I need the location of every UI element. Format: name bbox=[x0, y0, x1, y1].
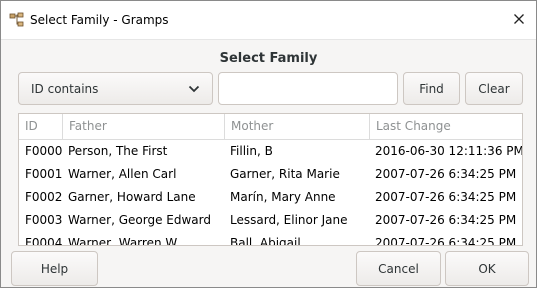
cell-father: Warner, Allen Carl bbox=[68, 167, 177, 181]
cell-last-change: 2007-07-26 6:34:25 PM bbox=[375, 167, 517, 181]
table-row[interactable]: F0004 Warner, Warren W. Ball, Abigail 20… bbox=[19, 232, 522, 246]
column-header-id[interactable]: ID bbox=[19, 114, 62, 139]
cell-mother: Fillin, B bbox=[230, 144, 273, 158]
cell-father: Warner, Warren W. bbox=[68, 236, 180, 246]
cell-id: F0000 bbox=[25, 144, 63, 158]
select-family-dialog: Select Family - Gramps Select Family ID … bbox=[0, 0, 537, 288]
cell-father: Person, The First bbox=[68, 144, 168, 158]
cell-id: F0003 bbox=[25, 213, 63, 227]
table-row[interactable]: F0000 Person, The First Fillin, B 2016-0… bbox=[19, 140, 522, 163]
column-header-last-change[interactable]: Last Change bbox=[369, 114, 522, 139]
dialog-heading: Select Family bbox=[219, 51, 318, 66]
table-row[interactable]: F0002 Garner, Howard Lane Marín, Mary An… bbox=[19, 186, 522, 209]
window-title: Select Family - Gramps bbox=[30, 13, 169, 27]
family-list[interactable]: ID Father Mother Last Change F0000 Perso… bbox=[18, 113, 523, 246]
cell-mother: Garner, Rita Marie bbox=[230, 167, 340, 181]
help-button[interactable]: Help bbox=[11, 251, 98, 286]
column-header-mother[interactable]: Mother bbox=[224, 114, 369, 139]
cell-last-change: 2007-07-26 6:34:25 PM bbox=[375, 190, 517, 204]
column-header-father[interactable]: Father bbox=[62, 114, 224, 139]
clear-button[interactable]: Clear bbox=[465, 72, 523, 105]
close-button[interactable] bbox=[508, 9, 530, 31]
cell-mother: Lessard, Elinor Jane bbox=[230, 213, 348, 227]
close-icon bbox=[513, 13, 525, 28]
ok-button[interactable]: OK bbox=[445, 251, 529, 286]
title-bar: Select Family - Gramps bbox=[1, 1, 536, 40]
cancel-button[interactable]: Cancel bbox=[356, 251, 441, 286]
table-row[interactable]: F0003 Warner, George Edward Lessard, Eli… bbox=[19, 209, 522, 232]
filter-type-value: ID contains bbox=[31, 81, 99, 96]
cell-id: F0002 bbox=[25, 190, 63, 204]
cell-last-change: 2007-07-26 6:34:25 PM bbox=[375, 213, 517, 227]
gramps-app-icon bbox=[9, 12, 25, 28]
find-button[interactable]: Find bbox=[403, 72, 460, 105]
list-header: ID Father Mother Last Change bbox=[19, 114, 522, 140]
filter-type-combo[interactable]: ID contains bbox=[18, 72, 213, 105]
search-input[interactable] bbox=[218, 72, 398, 105]
cell-id: F0004 bbox=[25, 236, 63, 246]
cell-father: Warner, George Edward bbox=[68, 213, 211, 227]
table-row[interactable]: F0001 Warner, Allen Carl Garner, Rita Ma… bbox=[19, 163, 522, 186]
cell-last-change: 2016-06-30 12:11:36 PM bbox=[375, 144, 523, 158]
chevron-down-icon bbox=[188, 82, 200, 96]
cell-last-change: 2007-07-26 6:34:25 PM bbox=[375, 236, 517, 246]
cell-father: Garner, Howard Lane bbox=[68, 190, 196, 204]
cell-id: F0001 bbox=[25, 167, 63, 181]
cell-mother: Marín, Mary Anne bbox=[230, 190, 336, 204]
cell-mother: Ball, Abigail bbox=[230, 236, 301, 246]
